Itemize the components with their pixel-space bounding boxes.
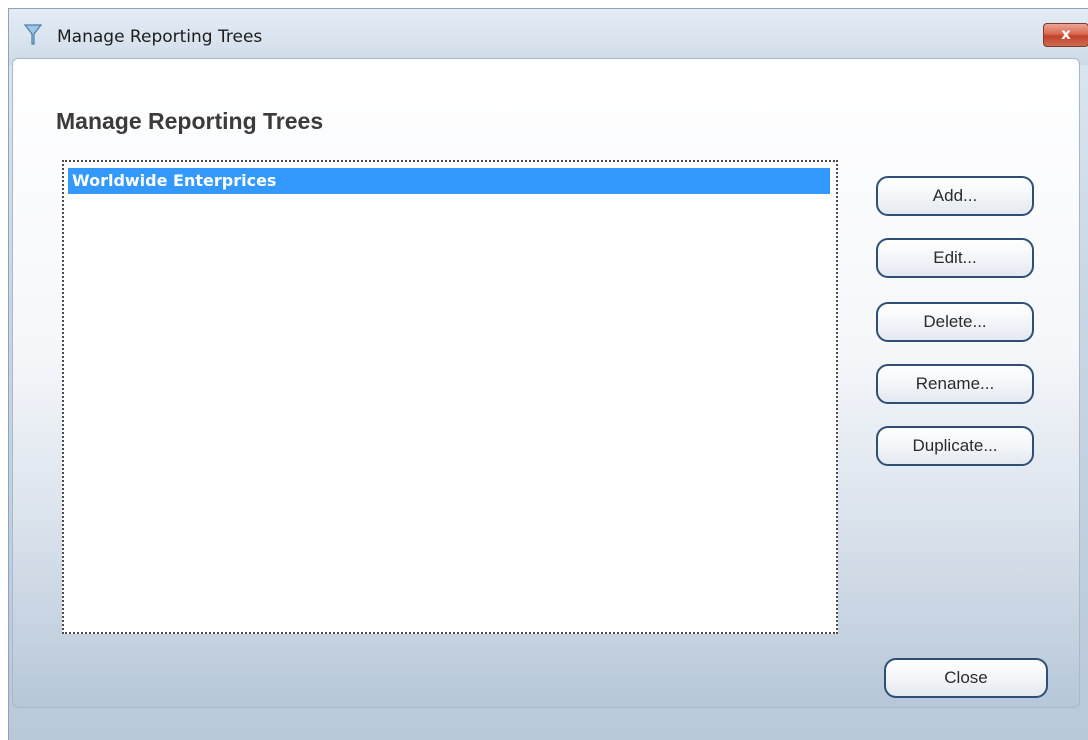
edit-button[interactable]: Edit... bbox=[876, 238, 1034, 278]
reporting-tree-list[interactable]: Worldwide Enterprices bbox=[62, 160, 838, 634]
delete-button[interactable]: Delete... bbox=[876, 302, 1034, 342]
close-button[interactable]: Close bbox=[884, 658, 1048, 698]
add-button[interactable]: Add... bbox=[876, 176, 1034, 216]
window-close-button[interactable]: x bbox=[1043, 23, 1088, 47]
funnel-icon bbox=[23, 23, 43, 47]
page-title: Manage Reporting Trees bbox=[56, 108, 324, 134]
rename-button[interactable]: Rename... bbox=[876, 364, 1034, 404]
duplicate-button[interactable]: Duplicate... bbox=[876, 426, 1034, 466]
window-title: Manage Reporting Trees bbox=[57, 27, 263, 47]
close-icon: x bbox=[1061, 25, 1071, 43]
list-item[interactable]: Worldwide Enterprices bbox=[68, 168, 830, 194]
title-bar[interactable]: Manage Reporting Trees x bbox=[9, 9, 1088, 65]
